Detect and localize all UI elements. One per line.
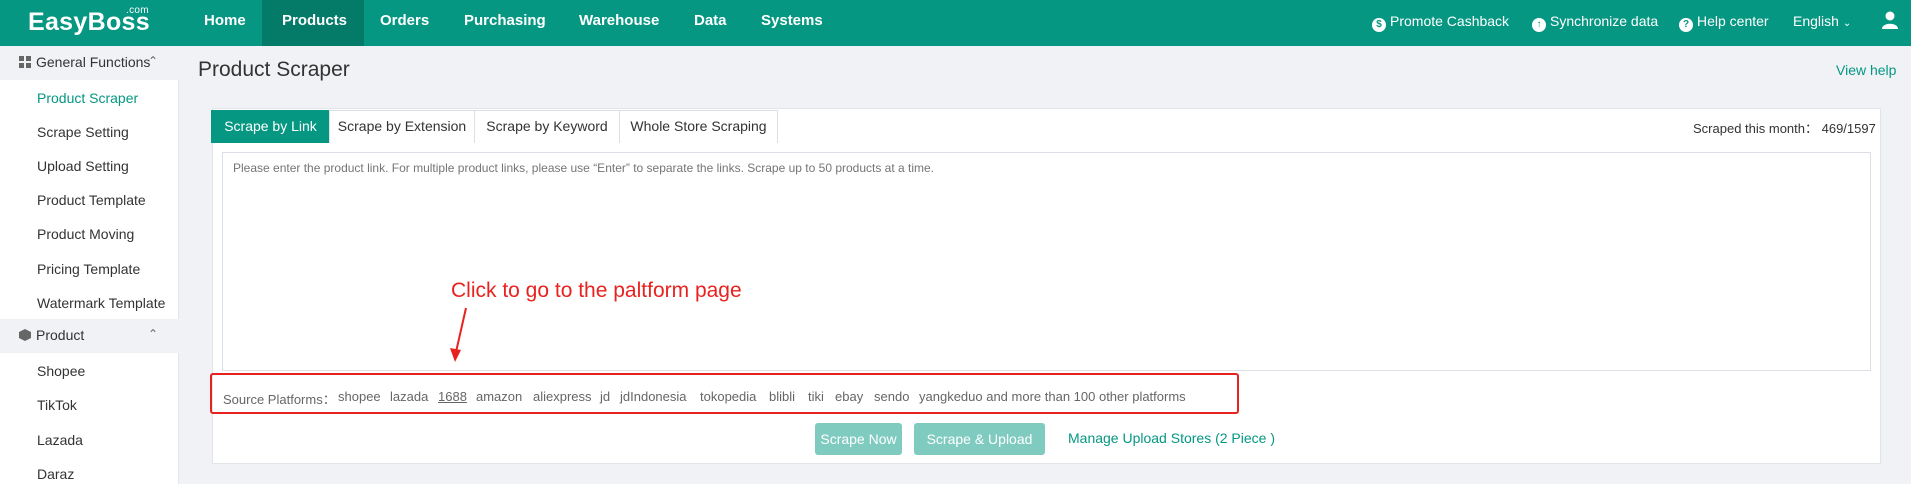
platform-link[interactable]: aliexpress: [533, 389, 592, 404]
platform-link[interactable]: ebay: [835, 389, 863, 404]
platform-link[interactable]: shopee: [338, 389, 381, 404]
brand-suffix: .com: [126, 5, 149, 16]
platform-link[interactable]: tokopedia: [700, 389, 756, 404]
nav-warehouse[interactable]: Warehouse: [579, 0, 659, 46]
box-icon: [19, 329, 31, 341]
top-navbar: EasyBoss .com Home Products Orders Purcha…: [0, 0, 1911, 46]
sidebar-item-daraz[interactable]: Daraz: [37, 466, 74, 482]
platform-link[interactable]: amazon: [476, 389, 522, 404]
platform-link[interactable]: blibli: [769, 389, 795, 404]
page-title: Product Scraper: [198, 58, 350, 81]
help-icon: ?: [1679, 18, 1693, 32]
nav-products[interactable]: Products: [262, 0, 364, 46]
sidebar-item-lazada[interactable]: Lazada: [37, 432, 83, 448]
chevron-up-icon: ⌃: [148, 54, 159, 68]
nav-systems[interactable]: Systems: [761, 0, 823, 46]
sidebar-group-general-functions[interactable]: General Functions ⌃: [0, 46, 179, 80]
promote-label: Promote Cashback: [1390, 13, 1510, 29]
nav-home[interactable]: Home: [192, 0, 262, 46]
nav-data[interactable]: Data: [694, 0, 727, 46]
manage-upload-stores-link[interactable]: Manage Upload Stores (2 Piece ): [1068, 430, 1275, 446]
nav-orders[interactable]: Orders: [380, 0, 429, 46]
chevron-up-icon: ⌃: [148, 327, 159, 341]
cashback-icon: $: [1372, 18, 1386, 32]
scraped-this-month: Scraped this month： 469/1597: [1693, 121, 1876, 136]
sync-label: Synchronize data: [1550, 13, 1659, 29]
user-icon[interactable]: [1880, 10, 1900, 30]
sidebar-item-watermark-template[interactable]: Watermark Template: [37, 295, 165, 311]
platform-link[interactable]: lazada: [390, 389, 428, 404]
platform-link[interactable]: jd: [600, 389, 610, 404]
sidebar-item-pricing-template[interactable]: Pricing Template: [37, 261, 140, 277]
sidebar-item-tiktok[interactable]: TikTok: [37, 397, 77, 413]
view-help-link[interactable]: View help: [1836, 62, 1896, 78]
sidebar-group-label: Product: [36, 327, 85, 343]
tab-scrape-by-keyword[interactable]: Scrape by Keyword: [474, 110, 620, 143]
help-center-link[interactable]: ? Help center: [1679, 0, 1769, 42]
tab-whole-store-scraping[interactable]: Whole Store Scraping: [619, 110, 778, 143]
tab-scrape-by-extension[interactable]: Scrape by Extension: [329, 110, 475, 143]
sidebar-item-shopee[interactable]: Shopee: [37, 363, 85, 379]
source-platforms-label: Source Platforms：: [223, 392, 336, 407]
scrape-now-button[interactable]: Scrape Now: [815, 423, 902, 455]
platform-link[interactable]: jdIndonesia: [620, 389, 687, 404]
annotation-arrow: [450, 307, 467, 362]
promote-cashback-link[interactable]: $ Promote Cashback: [1372, 0, 1509, 42]
platform-link[interactable]: tiki: [808, 389, 824, 404]
synchronize-data-link[interactable]: ↑ Synchronize data: [1532, 0, 1658, 42]
help-label: Help center: [1697, 13, 1769, 29]
annotation-text: Click to go to the paltform page: [451, 279, 742, 302]
nav-purchasing[interactable]: Purchasing: [464, 0, 546, 46]
sidebar-item-product-moving[interactable]: Product Moving: [37, 226, 134, 242]
platform-link[interactable]: yangkeduo and more than 100 other platfo…: [919, 389, 1186, 404]
sidebar-item-product-template[interactable]: Product Template: [37, 192, 146, 208]
sidebar-item-scrape-setting[interactable]: Scrape Setting: [37, 124, 129, 140]
platform-link[interactable]: sendo: [874, 389, 909, 404]
sidebar-group-label: General Functions: [36, 54, 151, 70]
grid-icon: [19, 56, 31, 68]
tab-scrape-by-link[interactable]: Scrape by Link: [211, 110, 330, 143]
sidebar-item-product-scraper[interactable]: Product Scraper: [37, 90, 138, 106]
brand-logo[interactable]: EasyBoss .com: [28, 5, 150, 37]
sidebar-group-product[interactable]: Product ⌃: [0, 319, 179, 353]
language-label: English: [1793, 13, 1839, 29]
chevron-down-icon: ⌄: [1842, 18, 1852, 29]
sidebar-item-upload-setting[interactable]: Upload Setting: [37, 158, 129, 174]
platform-link[interactable]: 1688: [438, 389, 467, 404]
language-select[interactable]: English ⌄: [1793, 0, 1851, 42]
scrape-and-upload-button[interactable]: Scrape & Upload: [914, 423, 1045, 455]
cloud-icon: ↑: [1532, 18, 1546, 32]
